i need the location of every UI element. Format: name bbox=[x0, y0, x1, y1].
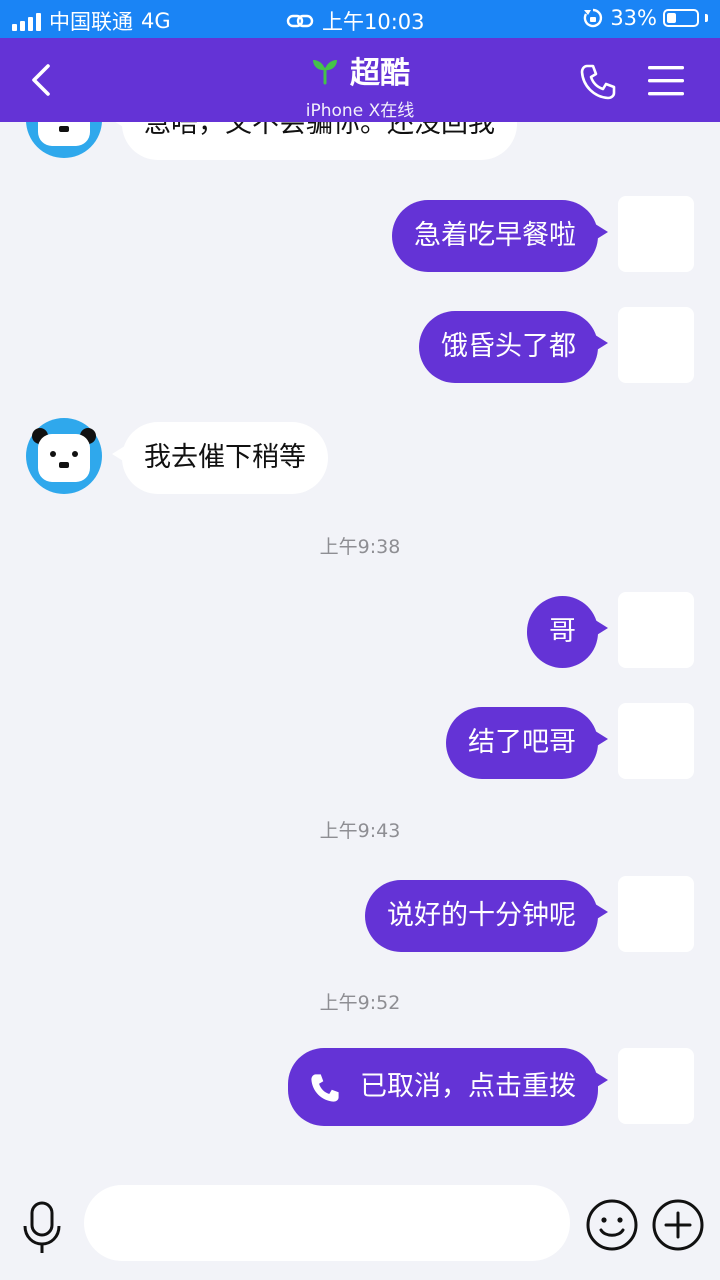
phone-icon bbox=[311, 1073, 339, 1102]
message-outgoing[interactable]: 急着吃早餐啦 bbox=[392, 200, 608, 272]
message-outgoing[interactable]: 结了吧哥 bbox=[446, 707, 608, 779]
link-icon bbox=[286, 14, 314, 28]
message-incoming[interactable]: 我去催下稍等 bbox=[112, 422, 328, 494]
battery-percent: 33% bbox=[610, 6, 657, 30]
contact-name: 超酷 bbox=[350, 56, 410, 91]
status-bar: 中国联通 4G 上午10:03 33% bbox=[0, 0, 720, 38]
call-record-message[interactable]: 已取消，点击重拨 bbox=[288, 1048, 608, 1126]
my-avatar[interactable] bbox=[618, 876, 694, 952]
call-record-label: 已取消，点击重拨 bbox=[360, 1071, 576, 1102]
message-outgoing[interactable]: 说好的十分钟呢 bbox=[365, 880, 608, 952]
network-label: 4G bbox=[141, 9, 171, 33]
chat-header: 超酷 iPhone X在线 bbox=[0, 38, 720, 122]
smiley-icon[interactable] bbox=[585, 1198, 639, 1252]
my-avatar[interactable] bbox=[618, 703, 694, 779]
signal-icon bbox=[12, 11, 41, 31]
carrier-label: 中国联通 bbox=[49, 10, 133, 34]
contact-avatar[interactable] bbox=[26, 418, 102, 494]
message-incoming[interactable]: 急唔，又不会骗你。还没回我 bbox=[112, 122, 517, 160]
microphone-icon[interactable] bbox=[18, 1200, 66, 1256]
rotation-lock-icon bbox=[584, 8, 603, 28]
my-avatar[interactable] bbox=[618, 592, 694, 668]
timestamp: 上午9:38 bbox=[319, 536, 401, 558]
message-outgoing[interactable]: 哥 bbox=[527, 596, 608, 668]
my-avatar[interactable] bbox=[618, 196, 694, 272]
my-avatar[interactable] bbox=[618, 307, 694, 383]
my-avatar[interactable] bbox=[618, 1048, 694, 1124]
clock: 上午10:03 bbox=[322, 10, 425, 34]
plus-icon[interactable] bbox=[651, 1198, 705, 1252]
timestamp: 上午9:52 bbox=[319, 992, 401, 1014]
menu-icon[interactable] bbox=[646, 64, 686, 98]
message-input[interactable] bbox=[84, 1185, 570, 1261]
message-list[interactable]: 急唔，又不会骗你。还没回我 急着吃早餐啦 饿昏头了都 我去催下稍等 上午9:38… bbox=[0, 122, 720, 1170]
battery-tip bbox=[705, 14, 708, 22]
timestamp: 上午9:43 bbox=[319, 820, 401, 842]
phone-icon[interactable] bbox=[578, 62, 618, 102]
battery-icon bbox=[663, 9, 699, 27]
sprout-icon bbox=[313, 60, 337, 85]
message-outgoing[interactable]: 饿昏头了都 bbox=[419, 311, 608, 383]
input-bar bbox=[0, 1170, 720, 1280]
contact-avatar[interactable] bbox=[26, 122, 102, 158]
